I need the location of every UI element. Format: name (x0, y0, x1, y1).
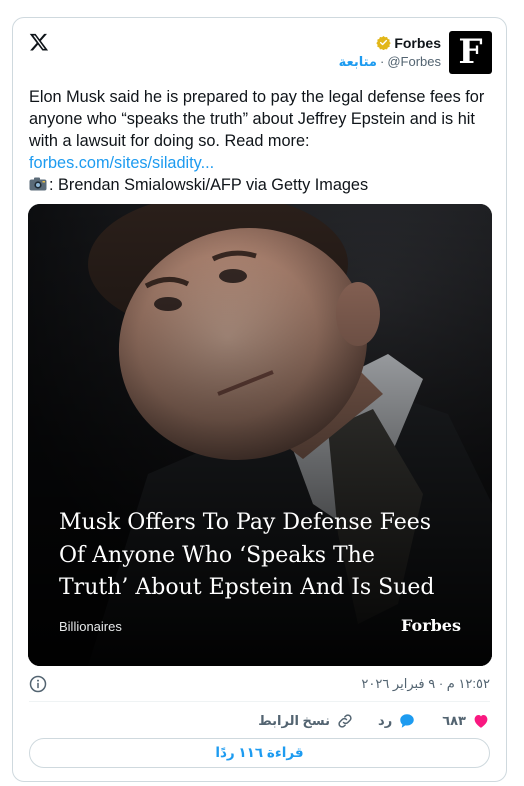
camera-icon (29, 177, 47, 191)
author-handle[interactable]: @Forbes (387, 54, 441, 70)
like-button[interactable]: ٦٨٣ (442, 712, 490, 730)
read-replies-label: قراءة ١١٦ ردًا (215, 745, 304, 760)
tweet-body: Elon Musk said he is prepared to pay the… (29, 88, 485, 150)
tweet-link[interactable]: forbes.com/sites/siladity... (29, 154, 214, 172)
headline-line: Truth’ About Epstein And Is Sued (59, 575, 435, 600)
photo-credit: : Brendan Smialowski/AFP via Getty Image… (49, 176, 369, 194)
copy-link-label: نسخ الرابط (258, 713, 331, 728)
info-icon[interactable] (29, 675, 47, 693)
time-row: ١٢:٥٢ م · ٩ فبراير ٢٠٢٦ (29, 674, 490, 694)
heart-icon (474, 715, 488, 728)
divider (29, 701, 490, 702)
reply-button[interactable]: رد (378, 712, 416, 730)
copy-link-button[interactable]: نسخ الرابط (258, 712, 354, 730)
author-block[interactable]: Forbes متابعة · @Forbes F (339, 30, 492, 74)
separator-dot: · (379, 53, 385, 69)
headline-line: Of Anyone Who ‘Speaks The (59, 542, 375, 568)
reply-label: رد (378, 713, 393, 728)
headline-line: Musk Offers To Pay Defense Fees (59, 510, 432, 535)
read-replies-button[interactable]: قراءة ١١٦ ردًا (29, 738, 490, 768)
reply-bubble-icon (400, 714, 414, 728)
media-card[interactable]: Musk Offers To Pay Defense Fees Of Anyon… (28, 204, 492, 666)
timestamp[interactable]: ١٢:٥٢ م · ٩ فبراير ٢٠٢٦ (361, 676, 490, 692)
verified-badge-icon (376, 35, 391, 50)
action-bar: ٦٨٣ رد نسخ الرابط (29, 710, 490, 732)
avatar-letter: F (458, 32, 483, 72)
category-label: Billionaires (59, 619, 122, 634)
tweet-text: Elon Musk said he is prepared to pay the… (29, 86, 494, 196)
headline: Musk Offers To Pay Defense Fees Of Anyon… (59, 507, 469, 605)
x-logo-icon[interactable] (29, 32, 49, 52)
author-names: Forbes متابعة · @Forbes (339, 35, 441, 70)
author-name[interactable]: Forbes (394, 35, 441, 51)
forbes-wordmark: Forbes (401, 616, 461, 635)
like-count: ٦٨٣ (442, 713, 466, 728)
tweet-embed-card: Forbes متابعة · @Forbes F Elon Musk said… (12, 17, 507, 782)
follow-button[interactable]: متابعة (339, 54, 377, 70)
link-icon (338, 714, 352, 728)
avatar[interactable]: F (449, 30, 492, 74)
